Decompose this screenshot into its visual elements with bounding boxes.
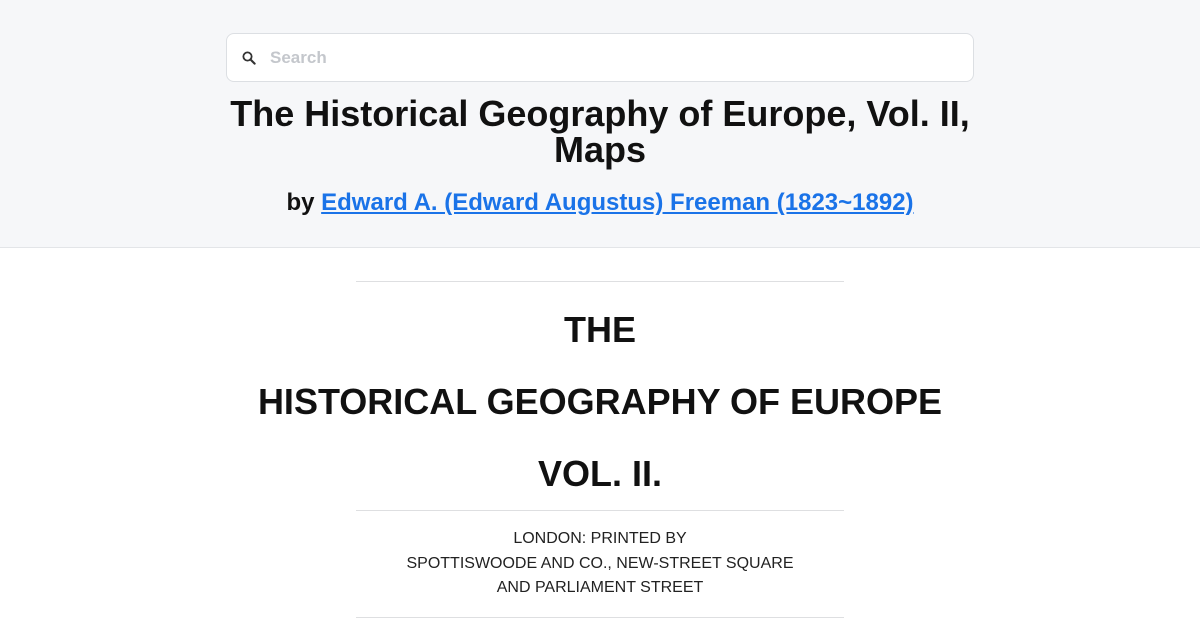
author-link[interactable]: Edward A. (Edward Augustus) Freeman (182… bbox=[321, 189, 913, 216]
divider-top bbox=[356, 281, 844, 282]
header: The Historical Geography of Europe, Vol.… bbox=[0, 0, 1200, 248]
cover-title-main: HISTORICAL GEOGRAPHY OF EUROPE bbox=[257, 381, 943, 422]
book-title: The Historical Geography of Europe, Vol.… bbox=[230, 93, 970, 170]
imprint: LONDON: PRINTED BY SPOTTISWOODE AND CO.,… bbox=[300, 527, 900, 601]
byline-prefix: by bbox=[286, 189, 315, 216]
imprint-line: LONDON: PRINTED BY bbox=[513, 530, 687, 547]
imprint-line: SPOTTISWOODE AND CO., NEW-STREET SQUARE bbox=[406, 554, 794, 572]
cover-title-the: THE bbox=[564, 309, 636, 350]
search-bar[interactable] bbox=[226, 33, 974, 82]
cover-title-volume: VOL. II. bbox=[537, 453, 662, 494]
divider-middle bbox=[356, 510, 844, 511]
search-icon bbox=[240, 49, 258, 67]
byline: by Edward A. (Edward Augustus) Freeman (… bbox=[100, 188, 1100, 218]
divider-bottom bbox=[356, 617, 844, 618]
imprint-line: AND PARLIAMENT STREET bbox=[496, 579, 704, 596]
search-input[interactable] bbox=[270, 34, 960, 81]
